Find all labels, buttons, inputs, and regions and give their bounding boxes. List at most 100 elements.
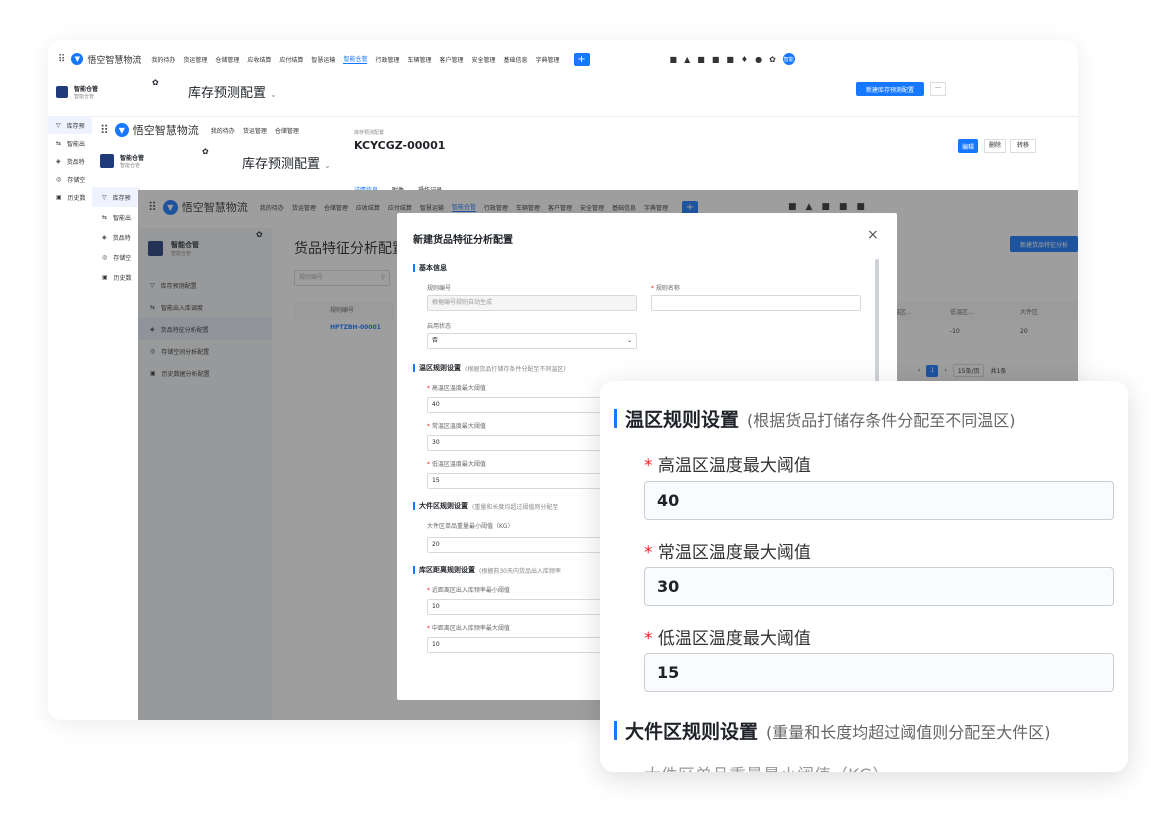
tag-icon: ◈ — [102, 233, 107, 241]
close-icon[interactable]: × — [867, 227, 879, 243]
sidebar-item[interactable]: ▣ 历史数 — [92, 267, 140, 287]
top-nav: ⠿ ▼ 悟空智慧物流 我的待办 货运管理 仓储管理 应收结算 应付结算 智慧运输… — [58, 50, 1058, 68]
sidebar-item[interactable]: ▽ 库存预 — [92, 187, 140, 207]
brand-logo-icon: ▼ — [114, 123, 129, 137]
apps-grid-icon[interactable]: ⠿ — [58, 54, 65, 65]
page-title: 库存预测配置 ⌄ — [242, 157, 331, 172]
zoom-low-input[interactable]: 15 — [644, 653, 1114, 692]
brand-name: 悟空智慧物流 — [132, 124, 199, 137]
nav-item[interactable]: 应付结算 — [279, 55, 303, 64]
near-input[interactable]: 10 — [427, 599, 627, 615]
sidebar-item[interactable]: ▽ 库存预 — [48, 116, 92, 134]
more-button[interactable]: ··· — [930, 82, 946, 96]
breadcrumb: 库存预测配置 — [354, 130, 385, 136]
flow-icon: ⇆ — [102, 213, 108, 221]
space-icon: ◎ — [56, 175, 62, 183]
sidebar-item[interactable]: ⇆ 智能出 — [92, 207, 140, 227]
modal-title: 新建货品特征分析配置 — [413, 235, 513, 246]
weight-label: 大件区单品重量最小阈值（KG） — [427, 523, 514, 530]
sidebar-item[interactable]: ◈ 货品特 — [92, 227, 140, 247]
nav-item[interactable]: 我的待办 — [151, 55, 175, 64]
rule-name-input[interactable] — [651, 295, 861, 311]
record-code: KCYCGZ-00001 — [354, 139, 446, 152]
near-label: * 近距离区出入库频率最小阈值 — [427, 587, 510, 594]
history-icon: ▣ — [56, 193, 62, 201]
module-subtitle: 智能仓管 — [74, 94, 95, 100]
mid-label: * 中距离区出入库频率最大阈值 — [427, 625, 510, 632]
module-header: 智能仓管 智能仓管 — [56, 84, 98, 100]
module-subtitle: 智能仓管 — [120, 163, 141, 169]
nav-item[interactable]: 仓储管理 — [215, 55, 239, 64]
nav-item[interactable]: 我的待办 — [211, 126, 235, 135]
nav-item[interactable]: 仓储管理 — [275, 126, 299, 135]
history-icon: ▣ — [102, 273, 108, 281]
sidebar: ▽ 库存预 ⇆ 智能出 ◈ 货品特 ◎ 存储空 ▣ 历史数 — [92, 187, 140, 287]
sidebar-item[interactable]: ⇆ 智能出 — [48, 134, 92, 152]
nav-item[interactable]: 货运管理 — [243, 126, 267, 135]
apps-grid-icon[interactable]: ⠿ — [100, 123, 109, 137]
brand-logo-icon: ▼ — [71, 53, 84, 65]
edit-button[interactable]: 编辑 — [958, 139, 978, 153]
mid-input[interactable]: 10 — [427, 637, 627, 653]
rule-name-label: * 规则名称 — [651, 285, 680, 292]
high-temp-label: * 高温区温度最大阈值 — [427, 385, 486, 392]
new-config-button[interactable]: 新建库存预测配置 — [856, 82, 924, 96]
module-header: 智能仓管 智能仓管 — [100, 153, 144, 169]
module-icon — [56, 86, 68, 98]
zoom-section-temp: 温区规则设置 (根据货品打储存条件分配至不同温区) — [614, 405, 1016, 432]
zoom-section-large: 大件区规则设置 (重量和长度均超过阈值则分配至大件区) — [614, 717, 1051, 744]
nav-item[interactable]: 智慧运输 — [311, 55, 335, 64]
modal-scrollbar[interactable] — [875, 259, 879, 389]
zoom-normal-input[interactable]: 30 — [644, 567, 1114, 606]
filter-icon: ▽ — [102, 193, 107, 201]
nav-item[interactable]: 字典管理 — [536, 55, 560, 64]
toolbar-icons[interactable]: ■▲■■■♦●✿ — [670, 55, 783, 64]
status-select[interactable]: 否 ⌄ — [427, 333, 637, 349]
flow-icon: ⇆ — [56, 139, 62, 147]
page-title: 库存预测配置 ⌄ — [188, 86, 277, 101]
rule-code-input[interactable]: 根据编号规则自动生成 — [427, 295, 637, 311]
nav-item-active[interactable]: 智能仓管 — [343, 54, 368, 64]
section-temp: 温区规则设置 (根据货品打储存条件分配至不同温区) — [413, 363, 566, 373]
normal-temp-input[interactable]: 30 — [427, 435, 627, 451]
section-distance: 库区距离规则设置 (根据前30天内货品出入库频率 — [413, 565, 561, 575]
low-temp-label: * 低温区温度最大阈值 — [427, 461, 486, 468]
section-large: 大件区规则设置 (重量和长度均超过阈值则分配至 — [413, 501, 558, 511]
zoom-cut-label: 大件区单品重量最小阈值（KG） — [644, 761, 889, 772]
zoom-callout: 温区规则设置 (根据货品打储存条件分配至不同温区) * 高温区温度最大阈值 40… — [600, 381, 1128, 772]
zoom-low-label: * 低温区温度最大阈值 — [644, 629, 811, 649]
module-title: 智能仓管 — [74, 86, 99, 93]
settings-icon[interactable]: ✿ — [152, 78, 159, 87]
nav-item[interactable]: 行政管理 — [375, 55, 399, 64]
top-nav-2: ⠿ ▼ 悟空智慧物流 我的待办 货运管理 仓储管理 — [100, 121, 307, 139]
high-temp-input[interactable]: 40 — [427, 397, 627, 413]
sidebar-item[interactable]: ▣ 历史数 — [48, 188, 92, 206]
nav-item[interactable]: 基础信息 — [504, 55, 528, 64]
zoom-section-note: (根据货品打储存条件分配至不同温区) — [747, 410, 1016, 430]
nav-item[interactable]: 应收结算 — [247, 55, 271, 64]
weight-input[interactable]: 20 — [427, 537, 627, 553]
zoom-section-title: 大件区规则设置 — [625, 721, 759, 743]
zoom-section-note: (重量和长度均超过阈值则分配至大件区) — [766, 722, 1051, 742]
transfer-button[interactable]: 转移 — [1010, 139, 1036, 153]
space-icon: ◎ — [102, 253, 108, 261]
sidebar-item[interactable]: ◈ 货品特 — [48, 152, 92, 170]
chevron-down-icon: ⌄ — [626, 337, 632, 344]
status-label: 启用状态 — [427, 323, 452, 330]
module-icon — [100, 154, 114, 168]
delete-button[interactable]: 删除 — [984, 139, 1006, 153]
nav-item[interactable]: 车辆管理 — [407, 55, 431, 64]
avatar[interactable]: 智能 — [782, 53, 795, 65]
add-tab-button[interactable]: + — [573, 52, 590, 66]
nav-item[interactable]: 货运管理 — [183, 55, 207, 64]
zoom-high-label: * 高温区温度最大阈值 — [644, 456, 811, 476]
settings-icon[interactable]: ✿ — [202, 147, 209, 156]
sidebar-item[interactable]: ◎ 存储空 — [92, 247, 140, 267]
zoom-high-input[interactable]: 40 — [644, 481, 1114, 520]
nav-item[interactable]: 安全管理 — [472, 55, 496, 64]
nav-item[interactable]: 客户管理 — [439, 55, 463, 64]
low-temp-input[interactable]: 15 — [427, 473, 627, 489]
sidebar: ▽ 库存预 ⇆ 智能出 ◈ 货品特 ◎ 存储空 ▣ 历史数 — [48, 116, 92, 206]
zoom-section-title: 温区规则设置 — [625, 409, 740, 431]
sidebar-item[interactable]: ◎ 存储空 — [48, 170, 92, 188]
